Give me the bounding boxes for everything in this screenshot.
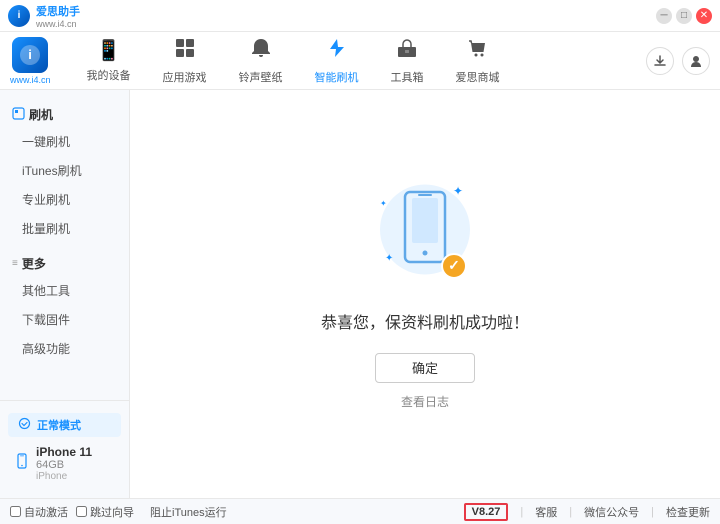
sidebar-item-other-tools[interactable]: 其他工具	[0, 276, 129, 305]
success-title: 恭喜您，保资料刷机成功啦！	[321, 309, 529, 333]
content-area: ✦ ✦ ✦ ✓ 恭喜您，保资料刷机成功啦！ 确定 查看日志	[130, 90, 720, 498]
bottom-left: 自动激活 跳过向导	[10, 504, 140, 520]
nav-label-smart-flash: 智能刷机	[315, 69, 359, 85]
wechat-link[interactable]: 微信公众号	[584, 504, 639, 520]
user-button[interactable]	[682, 47, 710, 75]
toolbox-icon	[396, 37, 418, 65]
sidebar-item-pro-flash[interactable]: 专业刷机	[0, 185, 129, 214]
device-mode-icon	[18, 417, 31, 433]
sidebar-item-download-firmware[interactable]: 下载固件	[0, 305, 129, 334]
apps-games-icon	[174, 37, 196, 65]
device-info[interactable]: iPhone 11 64GB iPhone	[4, 441, 125, 486]
nav-item-my-device[interactable]: 📱 我的设备	[71, 32, 147, 89]
sparkle-2: ✦	[380, 199, 387, 208]
nav-label-toolbox: 工具箱	[391, 69, 424, 85]
ishop-icon	[467, 37, 489, 65]
divider-3: |	[651, 506, 654, 518]
sparkle-1: ✦	[453, 184, 463, 198]
minimize-button[interactable]: ─	[656, 8, 672, 24]
activation-guide-input[interactable]	[76, 506, 87, 517]
nav-logo-icon: i	[12, 37, 48, 73]
sidebar-item-one-click-flash[interactable]: 一键刷机	[0, 127, 129, 156]
sidebar-item-batch-flash[interactable]: 批量刷机	[0, 214, 129, 243]
window-controls: ─ □ ✕	[656, 8, 712, 24]
nav-item-toolbox[interactable]: 工具箱	[375, 31, 440, 91]
sparkle-3: ✦	[385, 253, 393, 264]
title-bar: i 爱思助手 www.i4.cn ─ □ ✕	[0, 0, 720, 32]
itunes-label: 阻止iTunes运行	[150, 504, 227, 520]
sidebar-item-advanced-features[interactable]: 高级功能	[0, 334, 129, 363]
activation-guide-checkbox[interactable]: 跳过向导	[76, 504, 134, 520]
nav-right	[646, 47, 710, 75]
nav-label-ishop: 爱思商城	[456, 69, 500, 85]
check-badge: ✓	[441, 253, 467, 279]
nav-label-ringtones: 铃声壁纸	[239, 69, 283, 85]
nav-items: 📱 我的设备 应用游戏 铃声壁纸 智能刷机	[71, 31, 646, 91]
nav-item-ishop[interactable]: 爱思商城	[440, 31, 516, 91]
divider-2: |	[569, 506, 572, 518]
nav-item-apps-games[interactable]: 应用游戏	[147, 31, 223, 91]
my-device-icon: 📱	[96, 38, 121, 63]
nav-logo: i www.i4.cn	[10, 37, 51, 85]
close-button[interactable]: ✕	[696, 8, 712, 24]
maximize-button[interactable]: □	[676, 8, 692, 24]
bottom-bar: 自动激活 跳过向导 阻止iTunes运行 V8.27 | 客服 | 微信公众号 …	[0, 498, 720, 524]
app-logo: i 爱思助手 www.i4.cn	[8, 3, 80, 29]
check-update-link[interactable]: 检查更新	[666, 504, 710, 520]
nav-label-my-device: 我的设备	[87, 67, 131, 83]
smart-flash-icon	[326, 37, 348, 65]
device-details: iPhone 11 64GB iPhone	[36, 445, 92, 482]
nav-item-ringtones[interactable]: 铃声壁纸	[223, 31, 299, 91]
main-layout: 刷机 一键刷机 iTunes刷机 专业刷机 批量刷机 ≡ 更多 其他工具 下载固…	[0, 90, 720, 498]
device-section: 正常模式 iPhone 11 64GB iPhone	[0, 400, 129, 488]
download-button[interactable]	[646, 47, 674, 75]
auto-activate-input[interactable]	[10, 506, 21, 517]
bottom-center: 阻止iTunes运行	[140, 504, 464, 520]
divider-1: |	[520, 506, 523, 518]
flash-section-icon	[12, 107, 25, 123]
logo-text: 爱思助手 www.i4.cn	[36, 3, 80, 29]
logo-icon: i	[8, 5, 30, 27]
ringtones-icon	[250, 37, 272, 65]
success-illustration: ✦ ✦ ✦ ✓	[375, 179, 475, 289]
support-link[interactable]: 客服	[535, 504, 557, 520]
svg-text:i: i	[28, 47, 32, 62]
more-icon: ≡	[12, 258, 18, 269]
sidebar-flash-section: 刷机	[0, 100, 129, 127]
sidebar-more-section: ≡ 更多	[0, 247, 129, 276]
auto-activate-checkbox[interactable]: 自动激活	[10, 504, 68, 520]
nav-item-smart-flash[interactable]: 智能刷机	[299, 31, 375, 91]
confirm-button[interactable]: 确定	[375, 353, 475, 383]
sidebar: 刷机 一键刷机 iTunes刷机 专业刷机 批量刷机 ≡ 更多 其他工具 下载固…	[0, 90, 130, 498]
nav-bar: i www.i4.cn 📱 我的设备 应用游戏 铃声壁纸	[0, 32, 720, 90]
version-badge: V8.27	[464, 503, 509, 521]
view-log-link[interactable]: 查看日志	[401, 393, 449, 410]
sidebar-item-itunes-flash[interactable]: iTunes刷机	[0, 156, 129, 185]
bottom-right: V8.27 | 客服 | 微信公众号 | 检查更新	[464, 503, 710, 521]
device-phone-icon	[14, 453, 30, 474]
nav-label-apps-games: 应用游戏	[163, 69, 207, 85]
device-mode[interactable]: 正常模式	[8, 413, 121, 437]
nav-logo-url: www.i4.cn	[10, 75, 51, 85]
